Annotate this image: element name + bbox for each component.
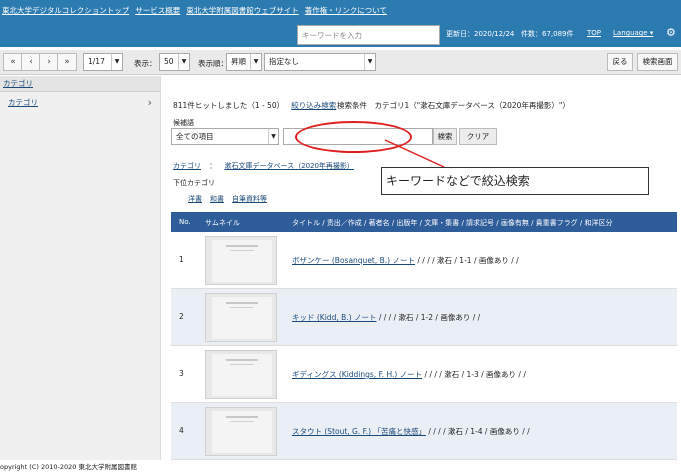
breadcrumb-category-link[interactable]: カテゴリ [173,162,201,170]
display-count-value: 50 [164,57,174,66]
next-page-button[interactable]: › [39,53,59,71]
sidebar-heading[interactable]: カテゴリ [0,76,160,92]
thumbnail-image[interactable] [205,293,277,342]
row-number: 3 [179,369,184,378]
results-table: No. サムネイル タイトル / 责出／作成 / 著者名 / 出版年 / 文庫・… [171,212,677,460]
breadcrumb-value-link[interactable]: 漱石文庫データベース（2020年再撮影） [224,162,353,170]
item-title-link[interactable]: キッド (Kidd, B.) ノート [292,313,376,322]
annotation-callout: キーワードなどで絞込検索 [381,167,649,195]
record-count: 件数：67,089件 [521,30,574,38]
keyword-search-input[interactable] [297,25,440,45]
nav-link-collection-top[interactable]: 東北大学デジタルコレクショントップ [2,5,129,16]
sidebar-item-label: カテゴリ [8,98,38,107]
display-count-label: 表示： [134,59,157,68]
main-content: 811件ヒットしました（1 - 50） 絞り込み検索 検索条件 カテゴリ1（"漱… [162,76,681,460]
top-nav-links: 東北大学デジタルコレクショントップ サービス概要 東北大学附属図書館ウェブサイト… [2,5,387,16]
item-metadata: / / / / 漱石 / 1-4 / 画像あり / / [425,427,530,436]
page-select-value: 1/17 [88,57,105,66]
search-screen-button[interactable]: 検索画面 [637,53,678,71]
row-number: 4 [179,426,184,435]
header-search-bar: 更新日：2020/12/24 件数：67,089件 TOP Language ▾… [0,21,681,47]
item-metadata: / / / / 漱石 / 1-2 / 画像あり / / [376,313,481,322]
category-sidebar: カテゴリ カテゴリ › [0,76,161,460]
row-description: スタウト (Stout, G. F.) 「苦痛と快感」 / / / / 漱石 /… [292,426,530,437]
copyright-footer: opyright (C) 2010-2020 東北大学附属図書館 [0,461,681,473]
gear-icon[interactable]: ⚙ [666,26,676,39]
last-page-button[interactable]: » [57,53,77,71]
table-header: No. サムネイル タイトル / 责出／作成 / 著者名 / 出版年 / 文庫・… [171,212,677,232]
breadcrumb: カテゴリ ： 漱石文庫データベース（2020年再撮影） [173,161,354,171]
table-row: 3 ギディングス (Kiddings, F. H.) ノート / / / / 漱… [171,346,677,403]
breadcrumb-separator: ： [209,162,217,170]
subcategory-label: 下位カテゴリ [173,179,215,187]
subcategory-link-western[interactable]: 洋書 [188,194,202,204]
table-row: 1 ボザンケー (Bosanquet, B.) ノート / / / / 漱石 /… [171,232,677,289]
top-link[interactable]: TOP [587,29,601,37]
column-header-info: タイトル / 责出／作成 / 著者名 / 出版年 / 文庫・集書 / 請求記号 … [292,219,613,227]
sort-field-select[interactable]: 指定なし ▼ [264,53,376,71]
sort-order-select[interactable]: 昇順 ▼ [226,53,262,71]
sort-order-label: 表示順： [198,59,228,68]
sidebar-item-category[interactable]: カテゴリ › [0,92,160,114]
chevron-down-icon: ▼ [178,54,189,70]
table-row: 4 スタウト (Stout, G. F.) 「苦痛と快感」 / / / / 漱石… [171,403,677,460]
thumbnail-image[interactable] [205,236,277,285]
result-toolbar: « ‹ › » 1/17 ▼ 表示： 50 ▼ 表示順： 昇順 ▼ 指定なし ▼… [0,50,681,75]
item-metadata: / / / / 漱石 / 1-1 / 画像あり / / [414,256,519,265]
thumbnail-image[interactable] [205,350,277,399]
row-description: ボザンケー (Bosanquet, B.) ノート / / / / 漱石 / 1… [292,255,519,266]
row-description: キッド (Kidd, B.) ノート / / / / 漱石 / 1-2 / 画像… [292,312,480,323]
nav-link-service-overview[interactable]: サービス概要 [135,5,180,16]
page-select[interactable]: 1/17 ▼ [83,53,123,71]
prev-page-button[interactable]: ‹ [21,53,41,71]
display-count-select[interactable]: 50 ▼ [159,53,190,71]
chevron-down-icon: ▼ [250,54,261,70]
chevron-right-icon: › [147,96,152,109]
chevron-down-icon: ▼ [111,54,122,70]
updated-date: 更新日：2020/12/24 [446,30,515,38]
thumbnail-image[interactable] [205,407,277,456]
row-number: 1 [179,255,184,264]
chevron-down-icon: ▼ [364,54,375,70]
column-header-no: No. [179,218,191,226]
row-description: ギディングス (Kiddings, F. H.) ノート / / / / 漱石 … [292,369,526,380]
item-title-link[interactable]: スタウト (Stout, G. F.) 「苦痛と快感」 [292,427,426,436]
subcategory-list: 洋書 和書 自筆資料等 [188,194,267,204]
item-title-link[interactable]: ギディングス (Kiddings, F. H.) ノート [292,370,422,379]
sort-order-value: 昇順 [231,57,246,66]
nav-link-library-website[interactable]: 東北大学附属図書館ウェブサイト [186,5,299,16]
column-header-thumbnail: サムネイル [205,219,240,227]
nav-link-copyright[interactable]: 著作権・リンクについて [305,5,387,16]
sort-field-value: 指定なし [269,57,299,66]
back-button[interactable]: 戻る [607,53,633,71]
row-number: 2 [179,312,184,321]
subcategory-link-japanese[interactable]: 和書 [210,194,224,204]
table-row: 2 キッド (Kidd, B.) ノート / / / / 漱石 / 1-2 / … [171,289,677,346]
first-page-button[interactable]: « [3,53,23,71]
item-title-link[interactable]: ボザンケー (Bosanquet, B.) ノート [292,256,415,265]
top-nav-bar: 東北大学デジタルコレクショントップ サービス概要 東北大学附属図書館ウェブサイト… [0,0,681,21]
language-dropdown[interactable]: Language ▾ [613,29,653,37]
item-metadata: / / / / 漱石 / 1-3 / 画像あり / / [422,370,526,379]
subcategory-link-manuscripts[interactable]: 自筆資料等 [232,194,267,204]
